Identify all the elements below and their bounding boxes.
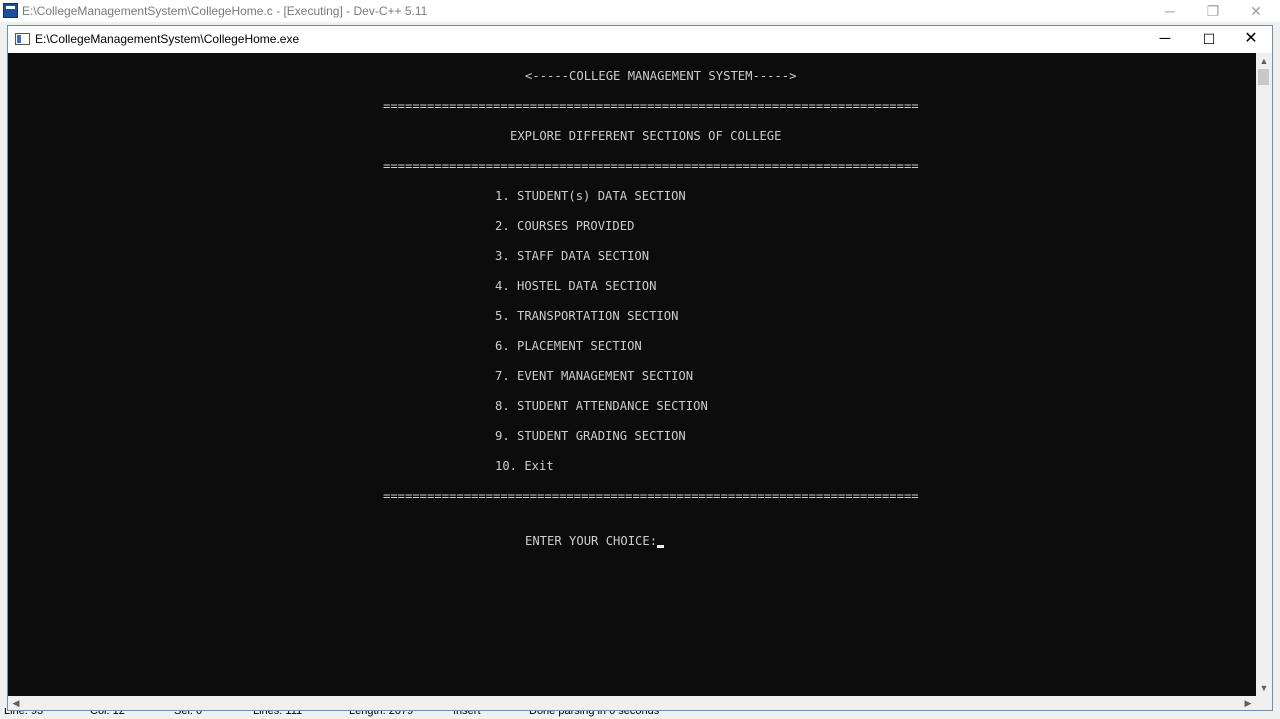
console-titlebar[interactable]: E:\CollegeManagementSystem\CollegeHome.e… (8, 26, 1272, 53)
separator-line: ========================================… (383, 489, 919, 503)
text-cursor (657, 545, 665, 548)
ide-close-button[interactable]: ✕ (1236, 1, 1276, 21)
console-subheading: EXPLORE DIFFERENT SECTIONS OF COLLEGE (510, 129, 782, 143)
choice-prompt-label: ENTER YOUR CHOICE: (525, 534, 658, 548)
console-window-icon (15, 33, 30, 45)
scrollbar-corner (1256, 696, 1272, 710)
menu-item-8: 8. STUDENT ATTENDANCE SECTION (495, 399, 708, 413)
console-output[interactable]: <-----COLLEGE MANAGEMENT SYSTEM-----> ==… (8, 53, 1256, 696)
ide-restore-button[interactable]: ❐ (1193, 1, 1233, 21)
choice-prompt[interactable]: ENTER YOUR CHOICE: (525, 533, 665, 549)
menu-item-3: 3. STAFF DATA SECTION (495, 249, 650, 263)
ide-minimize-button[interactable]: ─ (1150, 1, 1190, 21)
menu-item-6: 6. PLACEMENT SECTION (495, 339, 642, 353)
menu-item-7: 7. EVENT MANAGEMENT SECTION (495, 369, 694, 383)
ide-title: E:\CollegeManagementSystem\CollegeHome.c… (22, 4, 428, 18)
menu-item-2: 2. COURSES PROVIDED (495, 219, 635, 233)
scroll-down-arrow-icon[interactable]: ▼ (1256, 680, 1272, 696)
console-minimize-button[interactable]: ─ (1143, 26, 1187, 52)
horizontal-scrollbar[interactable]: ◀ ▶ (8, 696, 1256, 710)
menu-item-4: 4. HOSTEL DATA SECTION (495, 279, 657, 293)
scroll-up-arrow-icon[interactable]: ▲ (1256, 53, 1272, 69)
console-heading: <-----COLLEGE MANAGEMENT SYSTEM-----> (525, 69, 797, 83)
console-close-button[interactable]: ✕ (1229, 26, 1273, 52)
menu-item-10: 10. Exit (495, 459, 554, 473)
separator-line: ========================================… (383, 159, 919, 173)
console-window: E:\CollegeManagementSystem\CollegeHome.e… (7, 25, 1273, 711)
menu-item-1: 1. STUDENT(s) DATA SECTION (495, 189, 686, 203)
vertical-scrollbar[interactable]: ▲ ▼ (1256, 53, 1272, 696)
console-maximize-button[interactable]: ☐ (1187, 26, 1231, 52)
scroll-left-arrow-icon[interactable]: ◀ (8, 696, 24, 710)
menu-item-9: 9. STUDENT GRADING SECTION (495, 429, 686, 443)
devcpp-app-icon (3, 3, 18, 18)
console-title: E:\CollegeManagementSystem\CollegeHome.e… (35, 32, 300, 46)
separator-line: ========================================… (383, 99, 919, 113)
scroll-right-arrow-icon[interactable]: ▶ (1240, 696, 1256, 710)
ide-titlebar: E:\CollegeManagementSystem\CollegeHome.c… (0, 0, 1280, 22)
vertical-scroll-thumb[interactable] (1258, 69, 1269, 85)
menu-item-5: 5. TRANSPORTATION SECTION (495, 309, 679, 323)
